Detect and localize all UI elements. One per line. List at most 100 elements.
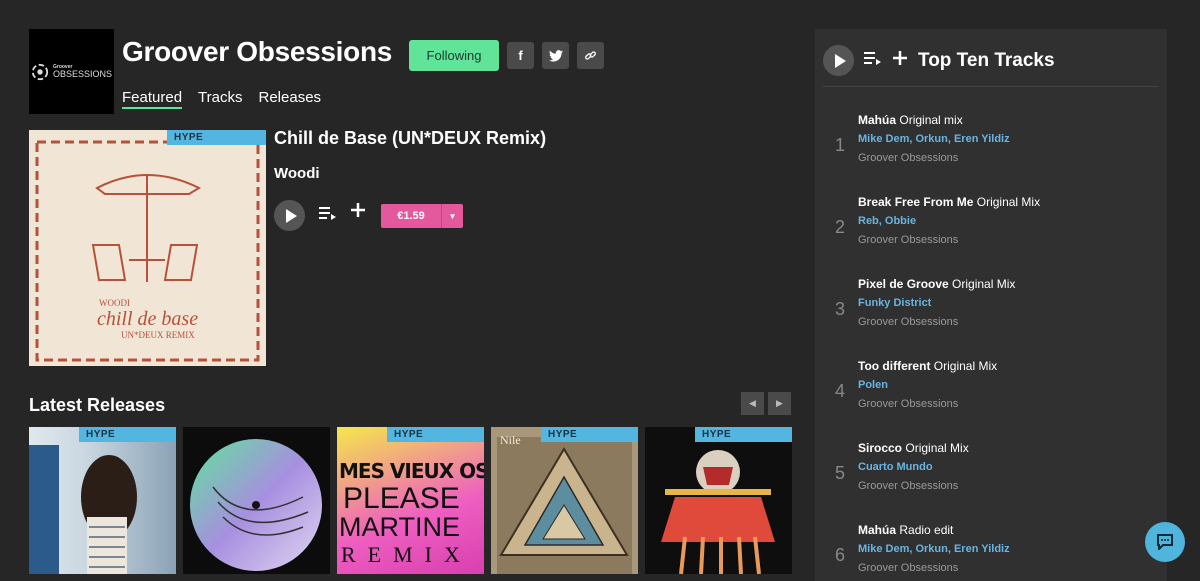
track-artists[interactable]: Mike Dem, Orkun, Eren Yildiz <box>858 133 1010 145</box>
release-card[interactable]: Nile HYPE <box>491 427 638 574</box>
track-artists[interactable]: Cuarto Mundo <box>858 461 933 473</box>
chevron-down-icon[interactable]: ▼ <box>441 204 463 228</box>
queue-all-button[interactable] <box>864 50 882 71</box>
following-button[interactable]: Following <box>409 40 499 71</box>
add-to-playlist-button[interactable] <box>350 202 366 223</box>
featured-artist[interactable]: Woodi <box>274 165 320 182</box>
track-label[interactable]: Groover Obsessions <box>858 152 958 164</box>
release-cover-art <box>29 445 137 574</box>
divider <box>823 86 1159 87</box>
play-icon <box>285 208 297 223</box>
vinyl-record-art <box>190 439 322 571</box>
track-rank: 4 <box>835 381 846 401</box>
cover-title-text: chill de base <box>97 308 199 330</box>
track-rank: 5 <box>835 463 846 483</box>
release-card[interactable]: MES VIEUX OS PLEASE MARTINE REMIX HYPE <box>337 427 484 574</box>
tab-tracks[interactable]: Tracks <box>198 89 242 109</box>
chat-support-button[interactable] <box>1145 522 1185 562</box>
track-label[interactable]: Groover Obsessions <box>858 480 958 492</box>
play-all-button[interactable] <box>823 45 854 76</box>
cover-subtitle-text: UN*DEUX REMIX <box>121 330 195 340</box>
swirl-logo-icon <box>31 63 49 80</box>
cover-text-line: REMIX <box>341 542 472 567</box>
track-title[interactable]: Mahúa Original mix <box>858 113 963 127</box>
release-card[interactable]: HYPE <box>645 427 792 574</box>
track-rank: 1 <box>835 135 846 155</box>
track-row[interactable]: 3 Pixel de Groove Original Mix Funky Dis… <box>815 275 1167 355</box>
release-card[interactable]: HYPE <box>29 427 176 574</box>
tab-featured[interactable]: Featured <box>122 89 183 109</box>
hype-badge: HYPE <box>695 427 792 442</box>
add-to-queue-button[interactable] <box>319 205 337 226</box>
track-mix: Original Mix <box>952 277 1016 291</box>
track-row[interactable]: 2 Break Free From Me Original Mix Reb, O… <box>815 193 1167 273</box>
track-mix: Original Mix <box>933 359 998 373</box>
release-card[interactable] <box>183 427 330 574</box>
featured-cover-art[interactable]: WOODI chill de base UN*DEUX REMIX HYPE <box>29 130 266 366</box>
track-name[interactable]: Mahúa <box>858 523 896 537</box>
carousel-next-button[interactable]: ▶ <box>768 392 791 415</box>
label-nav: Featured Tracks Releases <box>122 89 321 109</box>
price-amount[interactable]: €1.59 <box>381 204 441 228</box>
chat-icon <box>1157 534 1173 550</box>
cover-text-line: PLEASE <box>343 482 460 515</box>
track-name[interactable]: Sirocco <box>858 441 902 455</box>
track-row[interactable]: 6 Mahúa Radio edit Mike Dem, Orkun, Eren… <box>815 521 1167 581</box>
track-mix: Radio edit <box>899 523 954 537</box>
twitter-share-button[interactable] <box>542 42 569 69</box>
featured-track-title[interactable]: Chill de Base (UN*DEUX Remix) <box>274 128 546 149</box>
track-mix: Original Mix <box>976 195 1041 209</box>
featured-play-button[interactable] <box>274 200 305 231</box>
track-row[interactable]: 1 Mahúa Original mix Mike Dem, Orkun, Er… <box>815 111 1167 191</box>
track-name[interactable]: Too different <box>858 359 930 373</box>
dancer-figure-art <box>661 450 775 574</box>
track-name[interactable]: Break Free From Me <box>858 195 973 209</box>
facebook-icon: f <box>518 48 523 63</box>
hype-badge: HYPE <box>79 427 176 442</box>
track-artists[interactable]: Polen <box>858 379 888 391</box>
twitter-icon <box>548 49 563 62</box>
track-name[interactable]: Pixel de Groove <box>858 277 949 291</box>
cover-text-line: MES VIEUX OS <box>339 459 484 483</box>
hype-badge: HYPE <box>167 130 266 145</box>
hype-badge: HYPE <box>387 427 484 442</box>
page-title: Groover Obsessions <box>122 36 393 67</box>
track-label[interactable]: Groover Obsessions <box>858 562 958 574</box>
top-ten-header: Top Ten Tracks <box>823 45 1055 76</box>
add-all-button[interactable] <box>892 50 908 71</box>
tab-releases[interactable]: Releases <box>259 89 322 109</box>
cover-text-line: Nile <box>500 433 521 447</box>
carousel-prev-button[interactable]: ◀ <box>741 392 764 415</box>
track-label[interactable]: Groover Obsessions <box>858 398 958 410</box>
pyramid-art <box>497 437 632 574</box>
label-logo: Groover OBSESSIONS <box>29 29 114 114</box>
track-rank: 2 <box>835 217 846 237</box>
track-label[interactable]: Groover Obsessions <box>858 234 958 246</box>
track-artists[interactable]: Mike Dem, Orkun, Eren Yildiz <box>858 543 1010 555</box>
price-buy-button[interactable]: €1.59 ▼ <box>381 204 463 228</box>
hype-badge: HYPE <box>541 427 638 442</box>
track-rank: 6 <box>835 545 846 565</box>
copy-link-button[interactable] <box>577 42 604 69</box>
track-title[interactable]: Pixel de Groove Original Mix <box>858 277 1015 291</box>
facebook-share-button[interactable]: f <box>507 42 534 69</box>
track-artists[interactable]: Funky District <box>858 297 931 309</box>
top-ten-sidebar: Top Ten Tracks 1 Mahúa Original mix Mike… <box>815 29 1167 581</box>
track-row[interactable]: 5 Sirocco Original Mix Cuarto Mundo Groo… <box>815 439 1167 519</box>
track-title[interactable]: Too different Original Mix <box>858 359 997 373</box>
track-label[interactable]: Groover Obsessions <box>858 316 958 328</box>
top-ten-title: Top Ten Tracks <box>918 49 1055 71</box>
track-name[interactable]: Mahúa <box>858 113 896 127</box>
track-title[interactable]: Break Free From Me Original Mix <box>858 195 1040 209</box>
track-title[interactable]: Mahúa Radio edit <box>858 523 953 537</box>
logo-main-text: OBSESSIONS <box>52 68 113 79</box>
track-title[interactable]: Sirocco Original Mix <box>858 441 969 455</box>
plus-icon <box>893 51 907 65</box>
add-to-queue-icon <box>319 207 336 220</box>
track-rank: 3 <box>835 299 846 319</box>
play-icon <box>834 53 846 68</box>
track-row[interactable]: 4 Too different Original Mix Polen Groov… <box>815 357 1167 437</box>
link-icon <box>585 51 596 60</box>
track-artists[interactable]: Reb, Obbie <box>858 215 916 227</box>
arrow-left-icon: ◀ <box>749 398 756 408</box>
